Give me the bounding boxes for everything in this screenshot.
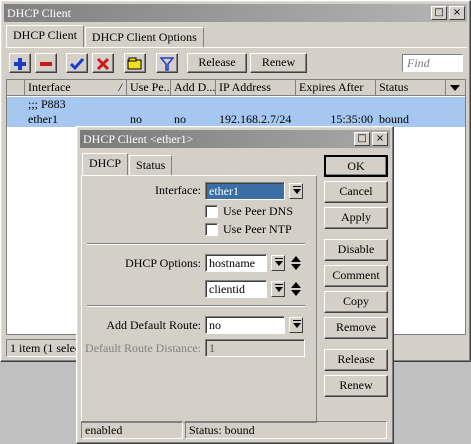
main-window-title: DHCP Client (7, 6, 71, 20)
dhcp-client-dialog: DHCP Client <ether1> □ × DHCP Status Int… (76, 126, 394, 444)
dialog-title: DHCP Client <ether1> (83, 132, 194, 146)
dhcp-option-clientid[interactable]: clientid (205, 280, 267, 298)
interface-label: Interface: (155, 183, 201, 197)
filter-icon (160, 57, 174, 71)
tab-dhcp-client[interactable]: DHCP Client (6, 25, 84, 47)
interface-dropdown-button[interactable] (289, 183, 303, 199)
dhcp-option-1-updown-icon[interactable] (291, 255, 301, 271)
comment-row[interactable]: ;;; P883 (7, 97, 465, 112)
dhcp-option-2-dropdown[interactable] (271, 281, 285, 297)
remove-button[interactable]: Remove (324, 317, 388, 339)
cancel-button[interactable]: Cancel (324, 181, 388, 203)
dialog-tabs: DHCP Status (82, 153, 173, 175)
use-peer-dns-checkbox[interactable] (205, 205, 218, 218)
dialog-status-bound: Status: bound (185, 421, 387, 439)
cell-use-peer: no (130, 112, 142, 126)
chevron-down-icon (450, 85, 460, 91)
comment-button[interactable]: Comment (324, 265, 388, 287)
default-route-distance-label: Default Route Distance: (85, 341, 201, 355)
filter-button[interactable] (156, 53, 178, 73)
dhcp-option-hostname[interactable]: hostname (205, 254, 267, 272)
copy-button[interactable]: Copy (324, 291, 388, 313)
column-header-spacer (7, 80, 25, 96)
table-row[interactable]: ether1 no no 192.168.2.7/24 15:35:00 bou… (7, 112, 465, 127)
tab-status[interactable]: Status (129, 155, 173, 175)
comment-icon (127, 57, 142, 70)
cross-icon (96, 57, 110, 71)
disable-button[interactable] (92, 53, 114, 73)
separator (87, 305, 305, 307)
renew-button[interactable]: Renew (324, 375, 388, 397)
plus-icon (14, 58, 26, 70)
cell-ip-address: 192.168.2.7/24 (219, 112, 292, 126)
minus-icon (40, 62, 52, 66)
sort-indicator: / (118, 80, 122, 94)
column-chooser-button[interactable] (446, 80, 465, 96)
default-route-distance-field: 1 (205, 339, 305, 357)
tab-dhcp-client-options[interactable]: DHCP Client Options (84, 27, 204, 47)
ok-button[interactable]: OK (324, 155, 388, 177)
use-peer-ntp-checkbox[interactable] (205, 223, 218, 236)
column-header-expires-after[interactable]: Expires After (296, 80, 376, 96)
column-header-status[interactable]: Status (376, 80, 446, 96)
remove-button[interactable] (35, 53, 57, 73)
add-button[interactable] (9, 53, 31, 73)
dialog-close-button[interactable]: × (372, 132, 388, 146)
comment-text: ;;; P883 (28, 97, 66, 111)
separator (87, 243, 305, 245)
add-default-route-dropdown[interactable] (289, 317, 303, 333)
tab-panel-border (5, 47, 467, 48)
column-header-interface[interactable]: Interface / (25, 80, 127, 96)
add-default-route-label: Add Default Route: (106, 318, 201, 332)
enable-button[interactable] (66, 53, 88, 73)
dialog-maximize-button[interactable]: □ (354, 132, 370, 146)
use-peer-ntp-label: Use Peer NTP (223, 222, 292, 236)
column-header-add-default[interactable]: Add D... (171, 80, 216, 96)
cell-add-default: no (174, 112, 186, 126)
comment-button[interactable] (124, 53, 146, 73)
apply-button[interactable]: Apply (324, 207, 388, 229)
dhcp-option-1-dropdown[interactable] (271, 255, 285, 271)
find-input[interactable] (402, 54, 463, 72)
dialog-titlebar[interactable]: DHCP Client <ether1> □ × (80, 130, 390, 148)
main-titlebar[interactable]: DHCP Client □ × (4, 4, 467, 22)
release-button[interactable]: Release (324, 349, 388, 371)
check-icon (70, 58, 84, 71)
close-button[interactable]: × (449, 6, 465, 20)
interface-select[interactable]: ether1 (205, 182, 285, 200)
dhcp-option-2-updown-icon[interactable] (291, 281, 301, 297)
column-header-use-peer[interactable]: Use Pe... (127, 80, 171, 96)
tab-dhcp[interactable]: DHCP (82, 153, 129, 175)
cell-interface: ether1 (28, 112, 58, 126)
disable-button[interactable]: Disable (324, 239, 388, 261)
column-header-ip-address[interactable]: IP Address (216, 80, 296, 96)
cell-status: bound (379, 112, 409, 126)
dialog-status-enabled: enabled (81, 421, 183, 439)
use-peer-dns-label: Use Peer DNS (223, 204, 293, 218)
dhcp-options-label: DHCP Options: (125, 256, 201, 270)
toolbar-release-button[interactable]: Release (187, 53, 247, 73)
maximize-button[interactable]: □ (431, 6, 447, 20)
main-tabs: DHCP Client DHCP Client Options (6, 25, 205, 47)
toolbar-renew-button[interactable]: Renew (250, 53, 307, 73)
add-default-route-select[interactable]: no (205, 316, 285, 334)
cell-expires-after: 15:35:00 (330, 112, 373, 126)
